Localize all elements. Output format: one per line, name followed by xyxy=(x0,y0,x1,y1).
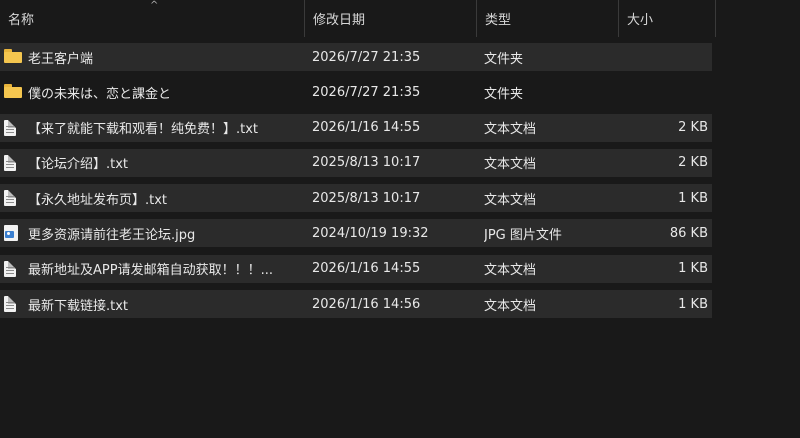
file-name: 最新下载链接.txt xyxy=(28,298,129,314)
file-size xyxy=(619,78,708,106)
file-row[interactable]: 【论坛介绍】.txt 2025/8/13 10:17 文本文档 2 KB xyxy=(0,148,712,177)
file-type: 文本文档 xyxy=(484,192,537,208)
text-document-icon xyxy=(4,119,22,136)
column-header-date[interactable]: 修改日期 xyxy=(305,0,477,37)
file-name: 最新地址及APP请发邮箱自动获取！！！... xyxy=(28,263,273,279)
file-name-cell: 老王客户端 xyxy=(4,43,304,71)
file-date: 2026/1/16 14:55 xyxy=(312,120,421,136)
file-size: 2 KB xyxy=(678,120,708,136)
file-name: 僕の未来は、恋と課金と xyxy=(28,86,172,102)
file-name-cell: 最新地址及APP请发邮箱自动获取！！！... xyxy=(4,255,304,283)
file-size: 1 KB xyxy=(678,190,708,206)
file-type: 文本文档 xyxy=(484,122,537,138)
file-name: 老王客户端 xyxy=(28,51,94,67)
file-row[interactable]: 【来了就能下载和观看！纯免费！】.txt 2026/1/16 14:55 文本文档 2… xyxy=(0,113,712,142)
text-document-icon xyxy=(4,296,22,313)
file-size xyxy=(619,43,708,71)
file-row[interactable]: 僕の未来は、恋と課金と 2026/7/27 21:35 文件夹 xyxy=(0,78,712,107)
column-header-size[interactable]: 大小 xyxy=(619,0,716,37)
column-header-name[interactable]: 名称 ^ xyxy=(0,0,305,37)
file-type: 文件夹 xyxy=(484,86,524,102)
file-name-cell: 【来了就能下载和观看！纯免费！】.txt xyxy=(4,114,304,142)
file-name: 更多资源请前往老王论坛.jpg xyxy=(28,227,196,243)
image-file-icon xyxy=(4,225,22,242)
file-list: 老王客户端 2026/7/27 21:35 文件夹 僕の未来は、恋と課金と 2026/7… xyxy=(0,43,712,325)
file-size: 1 KB xyxy=(678,296,708,312)
file-size: 86 KB xyxy=(669,225,708,241)
file-row[interactable]: 最新地址及APP请发邮箱自动获取！！！... 2026/1/16 14:55 文本文… xyxy=(0,254,712,283)
column-header-type-label: 类型 xyxy=(485,13,512,28)
file-size: 2 KB xyxy=(678,155,708,171)
file-name-cell: 最新下载链接.txt xyxy=(4,290,304,318)
file-date: 2026/7/27 21:35 xyxy=(312,49,421,65)
folder-icon xyxy=(4,84,22,100)
file-type: 文本文档 xyxy=(484,157,537,173)
file-name-cell: 僕の未来は、恋と課金と xyxy=(4,78,304,106)
column-header-name-label: 名称 xyxy=(8,13,35,28)
file-size: 1 KB xyxy=(678,261,708,277)
file-explorer-pane: 名称 ^ 修改日期 类型 大小 老王客户端 2026/7/27 21:35 文件夹僕… xyxy=(0,0,800,438)
file-name: 【来了就能下载和观看！纯免费！】.txt xyxy=(28,122,259,138)
file-date: 2024/10/19 19:32 xyxy=(312,225,429,241)
file-date: 2026/7/27 21:35 xyxy=(312,84,421,100)
column-header-type[interactable]: 类型 xyxy=(477,0,619,37)
file-name: 【永久地址发布页】.txt xyxy=(28,192,168,208)
column-header-date-label: 修改日期 xyxy=(313,13,366,28)
file-name-cell: 【永久地址发布页】.txt xyxy=(4,184,304,212)
column-header-size-label: 大小 xyxy=(627,13,654,28)
sort-ascending-icon: ^ xyxy=(150,0,159,11)
file-row[interactable]: 更多资源请前往老王论坛.jpg 2024/10/19 19:32 JPG 图片文件 8… xyxy=(0,219,712,248)
file-row[interactable]: 最新下载链接.txt 2026/1/16 14:56 文本文档 1 KB xyxy=(0,290,712,319)
file-date: 2026/1/16 14:55 xyxy=(312,261,421,277)
file-type: 文件夹 xyxy=(484,51,524,67)
folder-icon xyxy=(4,49,22,65)
file-type: 文本文档 xyxy=(484,298,537,314)
text-document-icon xyxy=(4,190,22,207)
file-row[interactable]: 【永久地址发布页】.txt 2025/8/13 10:17 文本文档 1 KB xyxy=(0,184,712,213)
column-header: 名称 ^ 修改日期 类型 大小 xyxy=(0,0,800,37)
file-date: 2025/8/13 10:17 xyxy=(312,155,421,171)
text-document-icon xyxy=(4,154,22,171)
file-date: 2025/8/13 10:17 xyxy=(312,190,421,206)
file-name: 【论坛介绍】.txt xyxy=(28,157,129,173)
file-date: 2026/1/16 14:56 xyxy=(312,296,421,312)
file-type: 文本文档 xyxy=(484,263,537,279)
file-name-cell: 【论坛介绍】.txt xyxy=(4,149,304,177)
file-name-cell: 更多资源请前往老王论坛.jpg xyxy=(4,219,304,247)
file-row[interactable]: 老王客户端 2026/7/27 21:35 文件夹 xyxy=(0,43,712,71)
file-type: JPG 图片文件 xyxy=(484,227,562,243)
text-document-icon xyxy=(4,260,22,277)
